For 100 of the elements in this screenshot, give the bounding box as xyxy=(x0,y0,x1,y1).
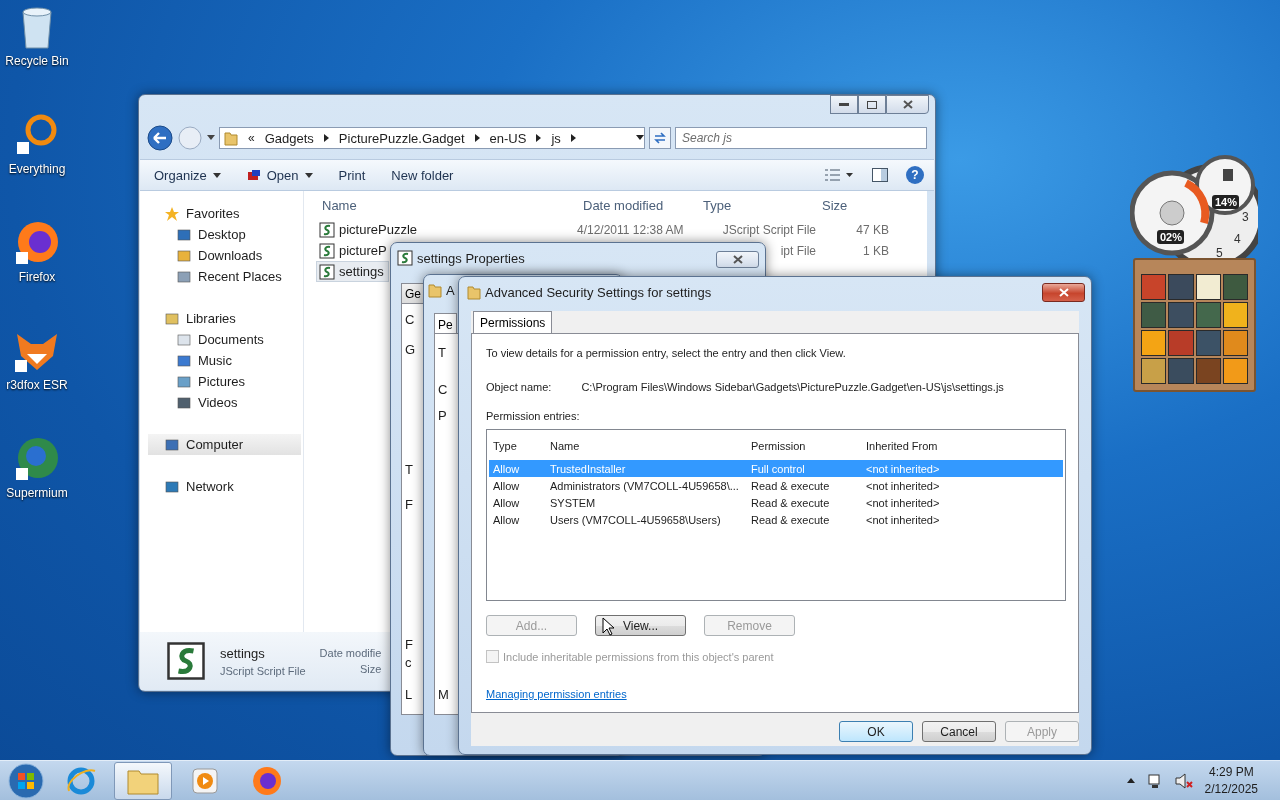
text-fragment: c xyxy=(405,655,412,670)
clock[interactable]: 4:29 PM 2/12/2025 xyxy=(1204,765,1258,796)
permission-row[interactable]: Allow SYSTEM Read & execute <not inherited> xyxy=(489,494,1063,511)
window-title: settings Properties xyxy=(417,250,525,266)
nav-item[interactable]: Favorites xyxy=(148,203,301,224)
desktop-icon-label[interactable]: Everything xyxy=(8,162,66,176)
desktop-icon-label[interactable]: Firefox xyxy=(18,270,56,284)
dialog-button[interactable]: Cancel xyxy=(922,721,996,742)
taskbar-button[interactable] xyxy=(114,761,172,800)
desktop-icon-label[interactable]: Supermium xyxy=(6,486,68,500)
nav-item[interactable]: Music xyxy=(148,350,301,371)
star-icon xyxy=(164,205,180,222)
puzzle-tile[interactable] xyxy=(1168,302,1194,328)
permission-row[interactable]: Allow Administrators (VM7COLL-4U59658\... Read & execute <not inherited> xyxy=(489,477,1063,494)
refresh-button[interactable] xyxy=(649,127,671,149)
object-path: C:\Program Files\Windows Sidebar\Gadgets\PicturePuzzle.Gadget\en-US\js\settings.js xyxy=(581,381,1004,393)
nav-item[interactable]: Documents xyxy=(148,329,301,350)
window-title: A xyxy=(446,282,455,298)
toolbar-button[interactable]: New folder xyxy=(387,164,458,186)
dialog-button[interactable]: View... xyxy=(595,615,686,636)
close-button[interactable] xyxy=(1042,283,1085,302)
puzzle-tile[interactable] xyxy=(1141,274,1167,300)
puzzle-tile[interactable] xyxy=(1141,330,1167,356)
breadcrumb-item[interactable]: Gadgets xyxy=(264,130,314,146)
back-button[interactable] xyxy=(147,125,173,151)
view-options-icon[interactable] xyxy=(824,168,854,182)
file-item[interactable]: settings xyxy=(316,261,389,282)
puzzle-tile[interactable] xyxy=(1168,358,1194,384)
nav-item[interactable]: Recent Places xyxy=(148,266,301,287)
puzzle-tile[interactable] xyxy=(1222,330,1248,356)
puzzle-tile[interactable] xyxy=(1168,330,1194,356)
chevron-icon xyxy=(536,134,542,142)
tab[interactable]: Ge xyxy=(401,283,425,303)
file-item[interactable]: pictureP xyxy=(316,240,392,261)
caret-icon[interactable] xyxy=(207,135,215,141)
desktop-icon-label[interactable]: r3dfox ESR xyxy=(6,378,68,392)
text-fragment: F xyxy=(405,637,413,652)
toolbar-button[interactable]: Print xyxy=(334,164,370,186)
permission-row[interactable]: Allow Users (VM7COLL-4U59658\Users) Read & execute <not inherited> xyxy=(489,511,1063,528)
puzzle-tile[interactable] xyxy=(1141,358,1167,384)
nav-item[interactable]: Downloads xyxy=(148,245,301,266)
recent-places-icon xyxy=(176,268,192,285)
network-icon xyxy=(164,478,180,495)
column-header[interactable]: Size xyxy=(816,191,889,219)
nav-item[interactable]: Computer xyxy=(148,434,301,455)
file-item[interactable]: picturePuzzle xyxy=(316,219,423,240)
puzzle-tile[interactable] xyxy=(1222,358,1248,384)
column-header[interactable]: Name xyxy=(550,440,751,452)
preview-pane-icon[interactable] xyxy=(872,168,888,182)
nav-item[interactable]: Network xyxy=(148,476,301,497)
nav-item[interactable]: Pictures xyxy=(148,371,301,392)
permissions-list[interactable] xyxy=(486,429,1066,601)
column-header[interactable]: Type xyxy=(697,191,816,219)
minimize-icon xyxy=(839,102,849,107)
breadcrumb-item[interactable]: en-US xyxy=(489,130,527,146)
puzzle-tile[interactable] xyxy=(1141,302,1167,328)
help-link[interactable]: Managing permission entries xyxy=(486,688,627,700)
folder-icon xyxy=(467,284,481,300)
address-bar[interactable]: « Gadgets PicturePuzzle.Gadget en-US js xyxy=(219,127,645,149)
search-field[interactable]: Search js xyxy=(675,127,927,149)
tab[interactable]: Permissions xyxy=(473,311,553,333)
breadcrumb-item[interactable]: PicturePuzzle.Gadget xyxy=(338,130,465,146)
puzzle-tile[interactable] xyxy=(1222,274,1248,300)
caret-icon[interactable] xyxy=(636,135,644,141)
music-icon xyxy=(176,352,192,369)
breadcrumb-overflow[interactable]: « xyxy=(248,131,255,145)
toolbar-button[interactable]: Open xyxy=(242,164,317,186)
column-header[interactable]: Name xyxy=(316,191,577,219)
close-button[interactable] xyxy=(886,95,929,114)
muted-speaker-icon[interactable] xyxy=(1174,772,1193,789)
network-icon[interactable] xyxy=(1146,772,1163,789)
puzzle-tile[interactable] xyxy=(1222,302,1248,328)
caret-icon[interactable] xyxy=(1126,778,1135,783)
nav-item[interactable]: Libraries xyxy=(148,308,301,329)
desktop-icon-label[interactable]: Recycle Bin xyxy=(5,54,69,68)
toolbar-button[interactable]: Organize xyxy=(150,164,225,186)
text-fragment: P xyxy=(438,408,447,423)
script-file-icon xyxy=(319,221,335,238)
tab[interactable]: Pe xyxy=(434,313,457,335)
puzzle-tile[interactable] xyxy=(1195,274,1221,300)
minimize-button[interactable] xyxy=(830,95,858,114)
computer-icon xyxy=(164,436,180,453)
column-header[interactable]: Permission xyxy=(751,440,866,452)
field-label: Object name: xyxy=(486,381,552,393)
close-button[interactable] xyxy=(716,251,759,268)
dialog-button[interactable]: OK xyxy=(839,721,913,742)
column-header[interactable]: Date modified xyxy=(577,191,697,219)
puzzle-tile[interactable] xyxy=(1195,302,1221,328)
globe-icon xyxy=(14,436,60,482)
column-header[interactable]: Type xyxy=(493,440,550,452)
nav-item[interactable]: Desktop xyxy=(148,224,301,245)
puzzle-tile[interactable] xyxy=(1168,274,1194,300)
help-button[interactable]: ? xyxy=(906,166,924,184)
close-icon xyxy=(732,255,743,264)
nav-item[interactable]: Videos xyxy=(148,392,301,413)
maximize-button[interactable] xyxy=(858,95,886,114)
breadcrumb-item[interactable]: js xyxy=(551,130,561,146)
puzzle-tile[interactable] xyxy=(1195,358,1221,384)
puzzle-tile[interactable] xyxy=(1195,330,1221,356)
column-header[interactable]: Inherited From xyxy=(866,440,1063,452)
